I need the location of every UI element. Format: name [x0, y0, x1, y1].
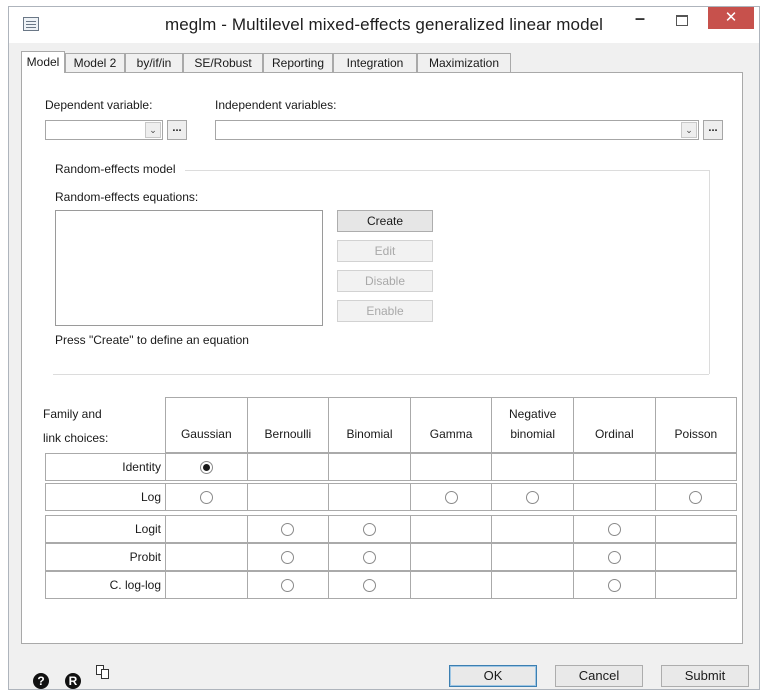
family-link-cell [165, 571, 248, 599]
family-column-header: Binomial [328, 397, 411, 453]
family-link-cell [409, 453, 493, 481]
ok-button[interactable]: OK [449, 665, 537, 687]
family-link-cell [654, 453, 738, 481]
family-link-cell [409, 543, 493, 571]
chevron-down-icon[interactable]: ⌄ [681, 122, 697, 138]
family-link-label-line1: Family and [43, 407, 102, 421]
link-row-label: Logit [45, 515, 166, 543]
family-link-radio[interactable] [199, 491, 213, 504]
family-link-cell [491, 515, 574, 543]
family-column-header: Gamma [409, 397, 493, 453]
link-row-label: Probit [45, 543, 166, 571]
submit-button[interactable]: Submit [661, 665, 749, 687]
tab-integration[interactable]: Integration [333, 53, 417, 72]
tab-model[interactable]: Model [21, 51, 65, 73]
family-link-cell [165, 515, 248, 543]
group-border-right [709, 170, 710, 374]
family-link-radio[interactable] [199, 461, 213, 474]
random-effects-equations-list[interactable] [55, 210, 323, 326]
copy-command-icon[interactable] [96, 665, 110, 679]
tab-se-robust[interactable]: SE/Robust [183, 53, 263, 72]
family-link-cell [165, 543, 248, 571]
link-row-label: Identity [45, 453, 166, 481]
maximize-button[interactable] [669, 7, 695, 31]
random-effects-group-label: Random-effects model [55, 162, 176, 176]
family-link-label-line2: link choices: [43, 431, 109, 445]
disable-button[interactable]: Disable [337, 270, 433, 292]
minimize-button[interactable]: – [627, 7, 653, 31]
edit-button[interactable]: Edit [337, 240, 433, 262]
dependent-variable-browse-button[interactable]: ... [167, 120, 187, 140]
independent-variables-browse-button[interactable]: ... [703, 120, 723, 140]
family-link-cell [654, 515, 738, 543]
family-link-cell [573, 483, 656, 511]
maximize-icon [676, 15, 688, 26]
create-hint-text: Press "Create" to define an equation [55, 333, 249, 347]
family-link-cell [491, 453, 574, 481]
group-border-bottom [53, 374, 709, 375]
family-link-label: Family and link choices: [43, 402, 108, 450]
family-link-radio[interactable] [363, 523, 376, 536]
tab-model-2[interactable]: Model 2 [65, 53, 125, 72]
chevron-down-icon[interactable]: ⌄ [145, 122, 161, 138]
family-link-cell [491, 543, 574, 571]
family-link-cell [328, 483, 411, 511]
create-button[interactable]: Create [337, 210, 433, 232]
family-link-radio[interactable] [607, 523, 621, 536]
cancel-button[interactable]: Cancel [555, 665, 643, 687]
info-icon[interactable]: R [65, 673, 81, 689]
help-icon[interactable]: ? [33, 673, 49, 689]
dialog-window: meglm - Multilevel mixed-effects general… [8, 6, 760, 690]
family-link-radio[interactable] [363, 551, 376, 564]
tab-maximization[interactable]: Maximization [417, 53, 511, 72]
family-link-radio[interactable] [607, 551, 621, 564]
family-column-header: Bernoulli [246, 397, 330, 453]
family-column-header: Ordinal [573, 397, 656, 453]
dependent-variable-label: Dependent variable: [45, 98, 153, 112]
independent-variables-combo[interactable]: ⌄ [215, 120, 699, 140]
link-row-label: Log [45, 483, 166, 511]
dependent-variable-combo[interactable]: ⌄ [45, 120, 163, 140]
independent-variables-label: Independent variables: [215, 98, 337, 112]
family-link-cell [654, 571, 738, 599]
tab-reporting[interactable]: Reporting [263, 53, 333, 72]
family-link-cell [409, 571, 493, 599]
title-bar: meglm - Multilevel mixed-effects general… [9, 7, 759, 43]
tab-by-if-in[interactable]: by/if/in [125, 53, 183, 72]
random-effects-equations-label: Random-effects equations: [55, 190, 199, 204]
enable-button[interactable]: Enable [337, 300, 433, 322]
family-link-radio[interactable] [607, 579, 621, 592]
group-divider [185, 170, 709, 171]
close-button[interactable]: ✕ [708, 7, 754, 29]
family-link-cell [409, 515, 493, 543]
family-column-header: Poisson [654, 397, 738, 453]
family-column-header: Negative binomial [491, 397, 574, 453]
link-row-label: C. log-log [45, 571, 166, 599]
family-link-cell [654, 543, 738, 571]
family-link-radio[interactable] [444, 491, 458, 504]
family-link-cell [246, 453, 330, 481]
family-column-header: Gaussian [165, 397, 248, 453]
family-link-cell [328, 453, 411, 481]
family-link-radio[interactable] [363, 579, 376, 592]
family-link-cell [246, 483, 330, 511]
family-link-cell [491, 571, 574, 599]
family-link-cell [573, 453, 656, 481]
